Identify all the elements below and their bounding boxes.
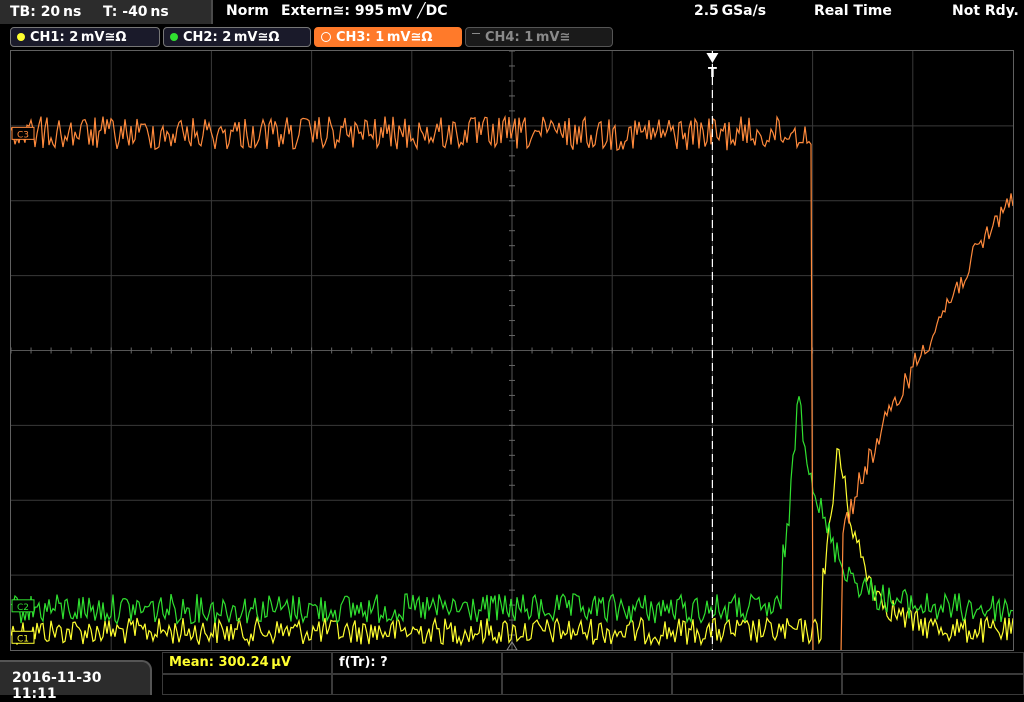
measurement-cell-empty[interactable] <box>502 652 672 674</box>
channel-tab-ch2[interactable]: CH2: 2 mV≅Ω <box>163 27 311 47</box>
datetime-box: 2016-11-30 11:11 <box>0 660 152 702</box>
ch2-reference-marker-label: C2 <box>17 603 29 613</box>
rise-frequency-measurement: f(Tr): ? <box>339 655 388 670</box>
timebase-box[interactable]: TB: 20 ns T: -40 ns <box>0 0 213 24</box>
trigger-source[interactable]: Extern≅: 995 mV ╱DC <box>281 3 448 19</box>
ch1-reference-marker-label: C1 <box>17 634 29 644</box>
channel-dot-icon <box>472 32 480 42</box>
measurement-table: Mean: 300.24 µV f(Tr): ? <box>162 652 1024 695</box>
status-bar: TB: 20 ns T: -40 ns Norm Extern≅: 995 mV… <box>0 0 1024 24</box>
timebase-label: TB: 20 ns <box>10 4 82 20</box>
waveform-display[interactable]: T C3 C2 C1 <box>10 50 1014 651</box>
channel-label: CH1: 2 mV≅Ω <box>30 29 127 45</box>
trigger-label: T <box>708 66 717 81</box>
acquisition-mode[interactable]: Real Time <box>814 3 892 19</box>
waveform-grid: T C3 C2 C1 <box>11 51 1013 650</box>
measurement-cell-empty[interactable] <box>842 674 1024 695</box>
channel-dot-icon <box>170 33 178 41</box>
acquisition-status: Not Rdy. <box>952 3 1019 19</box>
trigger-time-label: T: -40 ns <box>103 4 169 20</box>
trigger-mode[interactable]: Norm <box>226 3 269 19</box>
channel-dot-icon <box>321 32 331 42</box>
ch3-reference-marker-label: C3 <box>17 130 29 140</box>
channel-label: CH3: 1 mV≅Ω <box>336 29 433 45</box>
graticule <box>11 51 1013 650</box>
measurement-cell-empty[interactable] <box>842 652 1024 674</box>
measurement-cell-empty[interactable] <box>332 674 502 695</box>
channel-tab-ch3[interactable]: CH3: 1 mV≅Ω <box>314 27 462 47</box>
mean-measurement: Mean: 300.24 µV <box>169 655 291 670</box>
measurement-cell-empty[interactable] <box>672 652 842 674</box>
trigger-position-icon <box>706 53 719 63</box>
channel-tab-ch4[interactable]: CH4: 1 mV≅ <box>465 27 613 47</box>
channel-dot-icon <box>17 33 25 41</box>
channel-label: CH2: 2 mV≅Ω <box>183 29 280 45</box>
channel-bar: CH1: 2 mV≅Ω CH2: 2 mV≅Ω CH3: 1 mV≅Ω CH4:… <box>0 24 1024 48</box>
measurement-cell-empty[interactable] <box>672 674 842 695</box>
channel-tab-ch1[interactable]: CH1: 2 mV≅Ω <box>10 27 160 47</box>
channel-label: CH4: 1 mV≅ <box>485 29 571 45</box>
measurement-cell-empty[interactable] <box>502 674 672 695</box>
measurement-cell[interactable]: f(Tr): ? <box>332 652 502 674</box>
measurement-cell-empty[interactable] <box>162 674 332 695</box>
sample-rate: 2.5 GSa/s <box>694 3 767 19</box>
datetime-label: 2016-11-30 11:11 <box>12 670 102 702</box>
measurement-cell[interactable]: Mean: 300.24 µV <box>162 652 332 674</box>
measurement-bar: 2016-11-30 11:11 Mean: 300.24 µV f(Tr): … <box>0 652 1024 702</box>
